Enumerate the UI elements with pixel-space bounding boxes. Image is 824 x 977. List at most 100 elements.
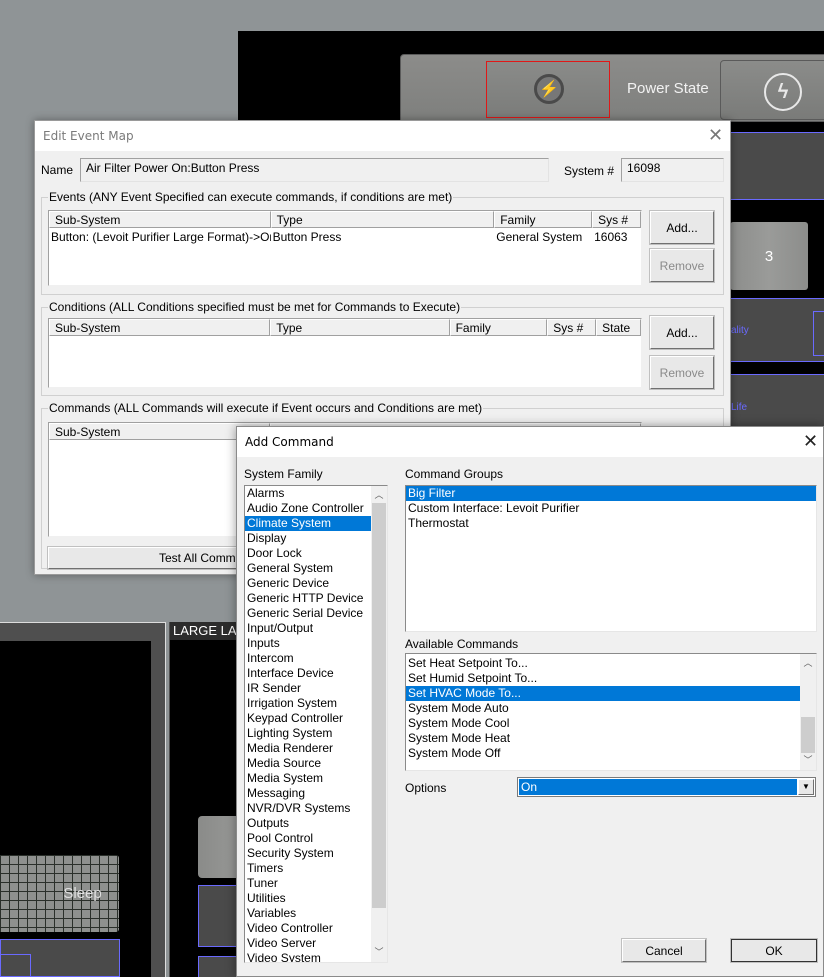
cell-sysnum: 16063 — [594, 230, 628, 244]
column-header-family[interactable]: Family — [449, 319, 548, 336]
events-list[interactable]: Sub-System Type Family Sys # Button: (Le… — [48, 210, 642, 286]
system-family-item[interactable]: Alarms — [245, 486, 372, 501]
cell-subsystem: Button: (Levoit Purifier Large Format)->… — [51, 230, 271, 244]
column-header-state[interactable]: State — [596, 319, 641, 336]
system-family-item[interactable]: Irrigation System — [245, 696, 372, 711]
scrollbar-thumb[interactable] — [801, 717, 815, 753]
table-row[interactable]: Button: (Levoit Purifier Large Format)->… — [49, 228, 641, 246]
dialog-title: Edit Event Map — [43, 129, 134, 143]
commands-legend: Commands (ALL Commands will execute if E… — [49, 401, 483, 415]
command-group-item[interactable]: Thermostat — [406, 516, 816, 531]
dropdown-arrow-icon[interactable]: ▼ — [798, 779, 814, 795]
system-number-field[interactable]: 16098 — [621, 158, 724, 182]
quality-box — [813, 311, 824, 356]
available-command-item[interactable]: System Mode Cool — [406, 716, 800, 731]
events-legend: Events (ANY Event Specified can execute … — [49, 190, 453, 204]
system-family-item[interactable]: Video System — [245, 951, 372, 962]
system-family-item[interactable]: Utilities — [245, 891, 372, 906]
system-family-item[interactable]: Interface Device — [245, 666, 372, 681]
system-family-item[interactable]: Intercom — [245, 651, 372, 666]
available-command-item[interactable]: System Mode Heat — [406, 731, 800, 746]
cancel-button[interactable]: Cancel — [621, 938, 707, 963]
system-family-item[interactable]: Pool Control — [245, 831, 372, 846]
cell-family: General System — [496, 230, 583, 244]
column-header-subsystem[interactable]: Sub-System — [49, 319, 271, 336]
system-family-item[interactable]: Generic HTTP Device — [245, 591, 372, 606]
available-commands-label: Available Commands — [405, 637, 519, 651]
available-commands-items: Set Heat Setpoint To... Set Humid Setpoin… — [406, 654, 800, 761]
system-family-item[interactable]: Video Controller — [245, 921, 372, 936]
column-header-family[interactable]: Family — [494, 211, 593, 228]
scroll-up-arrow-icon[interactable]: ︿ — [800, 656, 816, 671]
system-family-item[interactable]: Inputs — [245, 636, 372, 651]
command-groups-label: Command Groups — [405, 467, 504, 481]
cell-type: Button Press — [272, 230, 342, 244]
close-icon[interactable]: ✕ — [708, 127, 723, 145]
name-field[interactable]: Air Filter Power On:Button Press — [80, 158, 549, 182]
system-family-item[interactable]: Tuner — [245, 876, 372, 891]
system-family-item[interactable]: IR Sender — [245, 681, 372, 696]
system-family-item[interactable]: Lighting System — [245, 726, 372, 741]
power-button-selected[interactable]: ⚡ — [486, 61, 610, 118]
close-icon[interactable]: ✕ — [803, 433, 818, 451]
conditions-list[interactable]: Sub-System Type Family Sys # State — [48, 318, 642, 388]
conditions-add-button[interactable]: Add... — [649, 315, 715, 350]
system-family-item[interactable]: NVR/DVR Systems — [245, 801, 372, 816]
available-command-item[interactable]: System Mode Off — [406, 746, 800, 761]
command-group-item[interactable]: Big Filter — [406, 486, 816, 501]
scroll-down-arrow-icon[interactable]: ﹀ — [800, 753, 816, 768]
lightning-bolt-icon: ϟ — [764, 73, 802, 111]
command-group-item[interactable]: Custom Interface: Levoit Purifier — [406, 501, 816, 516]
system-family-item[interactable]: Keypad Controller — [245, 711, 372, 726]
conditions-remove-button[interactable]: Remove — [649, 355, 715, 390]
quality-label: ality — [731, 325, 749, 336]
title-bar: Add Command ✕ — [237, 427, 823, 457]
available-command-item[interactable]: Set Heat Setpoint To... — [406, 656, 800, 671]
options-dropdown[interactable]: On ▼ — [517, 777, 816, 797]
system-family-item[interactable]: General System — [245, 561, 372, 576]
system-family-item[interactable]: Media Renderer — [245, 741, 372, 756]
button-3[interactable]: 3 — [730, 222, 808, 290]
sleep-button[interactable]: Sleep — [0, 855, 119, 932]
system-family-item[interactable]: Audio Zone Controller — [245, 501, 372, 516]
available-commands-list[interactable]: Set Heat Setpoint To... Set Humid Setpoin… — [405, 653, 817, 771]
power-button[interactable]: ϟ — [720, 60, 824, 120]
column-header-type[interactable]: Type — [270, 211, 495, 228]
command-groups-list[interactable]: Big Filter Custom Interface: Levoit Purif… — [405, 485, 817, 632]
column-header-subsystem[interactable]: Sub-System — [49, 211, 271, 228]
system-family-item[interactable]: Timers — [245, 861, 372, 876]
system-family-item[interactable]: Input/Output — [245, 621, 372, 636]
column-header-type[interactable]: Type — [270, 319, 450, 336]
system-family-item[interactable]: Variables — [245, 906, 372, 921]
ok-button[interactable]: OK — [730, 938, 818, 963]
column-header-sysnum[interactable]: Sys # — [592, 211, 641, 228]
events-add-button[interactable]: Add... — [649, 210, 715, 245]
system-family-item[interactable]: Door Lock — [245, 546, 372, 561]
scroll-up-arrow-icon[interactable]: ︿ — [371, 488, 387, 503]
system-family-item[interactable]: Media Source — [245, 756, 372, 771]
system-family-item[interactable]: Climate System — [245, 516, 372, 531]
life-label: Life — [731, 402, 748, 413]
system-family-item[interactable]: Video Server — [245, 936, 372, 951]
system-family-item[interactable]: Messaging — [245, 786, 372, 801]
system-family-item[interactable]: Generic Serial Device — [245, 606, 372, 621]
column-header-sysnum[interactable]: Sys # — [547, 319, 597, 336]
system-family-item[interactable]: Outputs — [245, 816, 372, 831]
system-family-scrollbar[interactable]: ︿ ﹀ — [371, 486, 387, 962]
add-command-dialog: Add Command ✕ System Family Alarms Audio … — [236, 426, 824, 977]
system-family-list[interactable]: Alarms Audio Zone Controller Climate Syste… — [244, 485, 388, 963]
title-bar: Edit Event Map ✕ — [35, 121, 730, 151]
options-label: Options — [405, 781, 447, 795]
system-family-item[interactable]: Media System — [245, 771, 372, 786]
available-command-item[interactable]: System Mode Auto — [406, 701, 800, 716]
system-family-item[interactable]: Generic Device — [245, 576, 372, 591]
events-remove-button[interactable]: Remove — [649, 248, 715, 283]
available-command-item[interactable]: Set Humid Setpoint To... — [406, 671, 800, 686]
scrollbar-thumb[interactable] — [372, 503, 386, 908]
available-commands-scrollbar[interactable]: ︿ ﹀ — [800, 654, 816, 770]
available-command-item[interactable]: Set HVAC Mode To... — [406, 686, 800, 701]
system-family-item[interactable]: Display — [245, 531, 372, 546]
system-family-item[interactable]: Security System — [245, 846, 372, 861]
scroll-down-arrow-icon[interactable]: ﹀ — [371, 945, 387, 960]
events-list-header: Sub-System Type Family Sys # — [49, 211, 641, 228]
